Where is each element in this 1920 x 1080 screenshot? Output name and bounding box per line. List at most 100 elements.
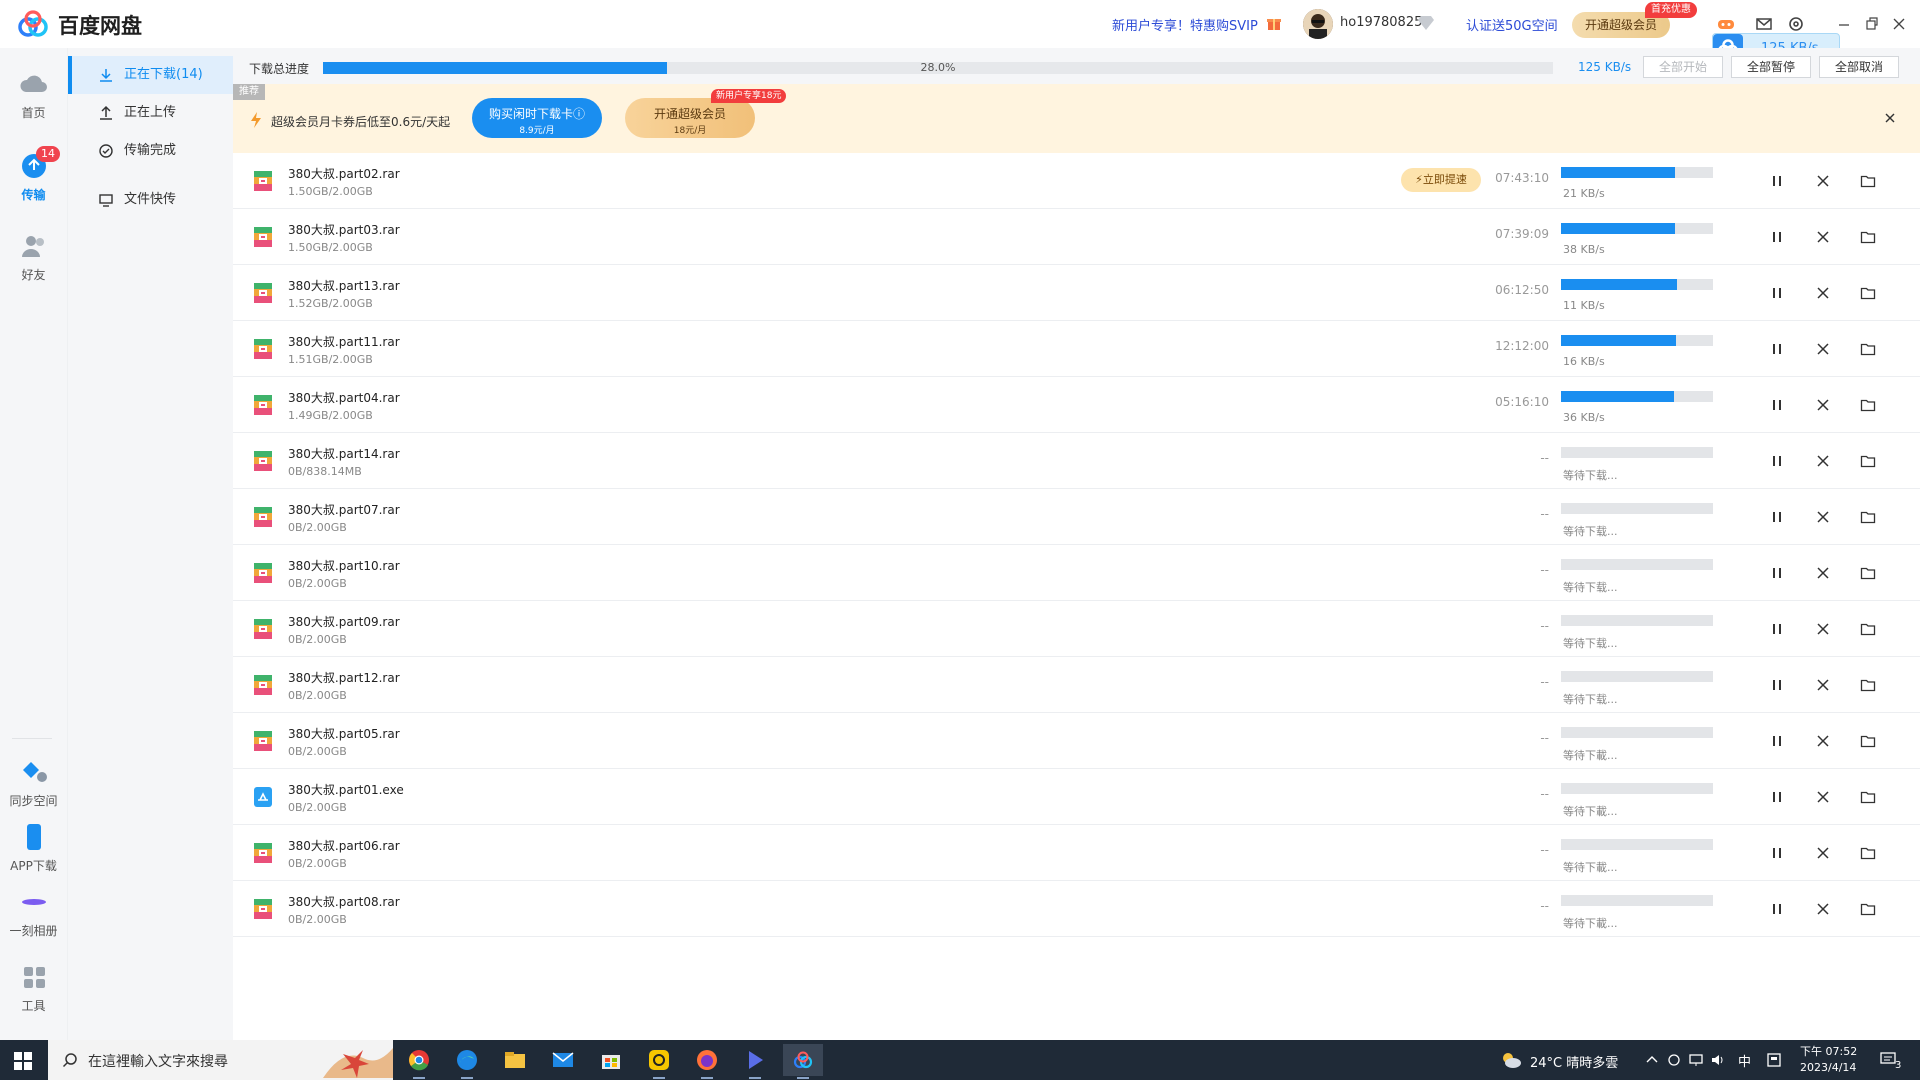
taskbar-kugou[interactable] — [639, 1044, 679, 1079]
cancel-icon[interactable] — [1815, 509, 1831, 525]
rail-item-tools[interactable]: 工具 — [0, 963, 67, 1014]
taskbar-baidu-netdisk[interactable] — [783, 1044, 823, 1079]
pause-icon[interactable] — [1769, 173, 1785, 189]
volume-icon[interactable] — [1710, 1052, 1726, 1068]
ime-indicator[interactable]: 中 — [1738, 1051, 1751, 1070]
cancel-icon[interactable] — [1815, 229, 1831, 245]
network-icon[interactable] — [1688, 1052, 1704, 1068]
settings-icon[interactable] — [1786, 14, 1806, 34]
svip-promo-link[interactable]: 新用户专享！特惠购SVIP — [1112, 15, 1258, 34]
pause-icon[interactable] — [1769, 845, 1785, 861]
pause-icon[interactable] — [1769, 453, 1785, 469]
restore-icon[interactable] — [1862, 14, 1882, 34]
taskbar-chrome[interactable] — [399, 1044, 439, 1079]
cancel-icon[interactable] — [1815, 733, 1831, 749]
windows-start-icon[interactable] — [14, 1052, 32, 1070]
rail-item-friends[interactable]: 好友 — [0, 232, 67, 283]
pause-icon[interactable] — [1769, 397, 1785, 413]
cancel-all-button[interactable]: 全部取消 — [1819, 56, 1899, 78]
open-folder-icon[interactable] — [1860, 397, 1876, 413]
taskbar-media[interactable] — [735, 1044, 775, 1079]
game-icon[interactable] — [1716, 14, 1736, 34]
taskbar-file-explorer[interactable] — [495, 1044, 535, 1076]
accelerate-button[interactable]: ⚡立即提速 — [1401, 168, 1481, 192]
cancel-icon[interactable] — [1815, 285, 1831, 301]
weather-text[interactable]: 24°C 晴時多雲 — [1530, 1052, 1618, 1071]
taskbar-store[interactable] — [591, 1044, 631, 1076]
cancel-icon[interactable] — [1815, 453, 1831, 469]
cancel-icon[interactable] — [1815, 565, 1831, 581]
taskbar-search-box[interactable]: 在這裡輸入文字來搜尋 — [48, 1040, 393, 1080]
subnav-item-uploading[interactable]: 正在上传 — [68, 94, 233, 132]
taskbar-edge[interactable] — [447, 1044, 487, 1079]
download-row[interactable]: 380大叔.part11.rar 1.51GB/2.00GB 12:12:00 16 … — [233, 321, 1920, 377]
tray-app-icon[interactable] — [1666, 1052, 1682, 1068]
weather-icon[interactable] — [1500, 1050, 1522, 1070]
cancel-icon[interactable] — [1815, 845, 1831, 861]
pause-icon[interactable] — [1769, 789, 1785, 805]
open-folder-icon[interactable] — [1860, 173, 1876, 189]
download-row[interactable]: 380大叔.part05.rar 0B/2.00GB -- 等待下載... — [233, 713, 1920, 769]
cancel-icon[interactable] — [1815, 173, 1831, 189]
download-row[interactable]: 380大叔.part07.rar 0B/2.00GB -- 等待下载... — [233, 489, 1920, 545]
pause-icon[interactable] — [1769, 509, 1785, 525]
open-folder-icon[interactable] — [1860, 901, 1876, 917]
gift-icon[interactable] — [1266, 15, 1282, 31]
clock-time[interactable]: 下午 07:52 — [1800, 1043, 1857, 1059]
open-folder-icon[interactable] — [1860, 845, 1876, 861]
rail-item-home[interactable]: 首页 — [0, 70, 67, 121]
download-row[interactable]: 380大叔.part06.rar 0B/2.00GB -- 等待下載... — [233, 825, 1920, 881]
pause-icon[interactable] — [1769, 285, 1785, 301]
rail-item-app-download[interactable]: APP下载 — [0, 823, 67, 874]
open-folder-icon[interactable] — [1860, 453, 1876, 469]
download-row[interactable]: 380大叔.part04.rar 1.49GB/2.00GB 05:16:10 36 … — [233, 377, 1920, 433]
open-folder-icon[interactable] — [1860, 621, 1876, 637]
minimize-icon[interactable] — [1834, 14, 1854, 34]
ime-mode-icon[interactable] — [1766, 1052, 1782, 1068]
open-folder-icon[interactable] — [1860, 789, 1876, 805]
open-folder-icon[interactable] — [1860, 285, 1876, 301]
download-row[interactable]: 380大叔.part13.rar 1.52GB/2.00GB 06:12:50 11 … — [233, 265, 1920, 321]
cancel-icon[interactable] — [1815, 397, 1831, 413]
open-folder-icon[interactable] — [1860, 677, 1876, 693]
start-all-button[interactable]: 全部开始 — [1643, 56, 1723, 78]
download-row[interactable]: 380大叔.part10.rar 0B/2.00GB -- 等待下载... — [233, 545, 1920, 601]
subnav-item-downloading[interactable]: 正在下载(14) — [68, 56, 233, 94]
cancel-icon[interactable] — [1815, 901, 1831, 917]
pause-icon[interactable] — [1769, 341, 1785, 357]
open-folder-icon[interactable] — [1860, 733, 1876, 749]
download-row[interactable]: 380大叔.part14.rar 0B/838.14MB -- 等待下载... — [233, 433, 1920, 489]
close-icon[interactable] — [1889, 14, 1909, 34]
avatar[interactable] — [1303, 9, 1333, 39]
taskbar-mail[interactable] — [543, 1044, 583, 1076]
taskbar-firefox[interactable] — [687, 1044, 727, 1079]
chevron-up-icon[interactable] — [1644, 1052, 1660, 1068]
pause-icon[interactable] — [1769, 733, 1785, 749]
open-folder-icon[interactable] — [1860, 509, 1876, 525]
cancel-icon[interactable] — [1815, 341, 1831, 357]
cancel-icon[interactable] — [1815, 789, 1831, 805]
open-folder-icon[interactable] — [1860, 341, 1876, 357]
buy-idle-download-card-button[interactable]: 购买闲时下载卡ⓘ 8.9元/月 — [472, 98, 602, 138]
download-row[interactable]: 380大叔.part02.rar 1.50GB/2.00GB ⚡立即提速 07:43:… — [233, 153, 1920, 209]
download-row[interactable]: 380大叔.part03.rar 1.50GB/2.00GB 07:39:09 38 … — [233, 209, 1920, 265]
download-row[interactable]: 380大叔.part08.rar 0B/2.00GB -- 等待下載... — [233, 881, 1920, 937]
cancel-icon[interactable] — [1815, 677, 1831, 693]
verify-link[interactable]: 认证送50G空间 — [1466, 15, 1558, 34]
rail-item-sync[interactable]: 同步空间 — [0, 758, 67, 809]
username[interactable]: ho19780825 — [1340, 15, 1422, 30]
open-folder-icon[interactable] — [1860, 229, 1876, 245]
subnav-item-done[interactable]: 传输完成 — [68, 132, 233, 170]
download-row[interactable]: 380大叔.part09.rar 0B/2.00GB -- 等待下载... — [233, 601, 1920, 657]
pause-icon[interactable] — [1769, 229, 1785, 245]
subnav-item-quick-send[interactable]: 文件快传 — [68, 181, 233, 219]
diamond-icon[interactable] — [1418, 16, 1434, 30]
download-row[interactable]: 380大叔.part01.exe 0B/2.00GB -- 等待下載... — [233, 769, 1920, 825]
pause-icon[interactable] — [1769, 621, 1785, 637]
close-icon[interactable] — [1883, 111, 1897, 125]
clock-date[interactable]: 2023/4/14 — [1800, 1061, 1856, 1074]
pause-icon[interactable] — [1769, 677, 1785, 693]
cancel-icon[interactable] — [1815, 621, 1831, 637]
download-row[interactable]: 380大叔.part12.rar 0B/2.00GB -- 等待下载... — [233, 657, 1920, 713]
rail-item-album[interactable]: 一刻相册 — [0, 888, 67, 939]
